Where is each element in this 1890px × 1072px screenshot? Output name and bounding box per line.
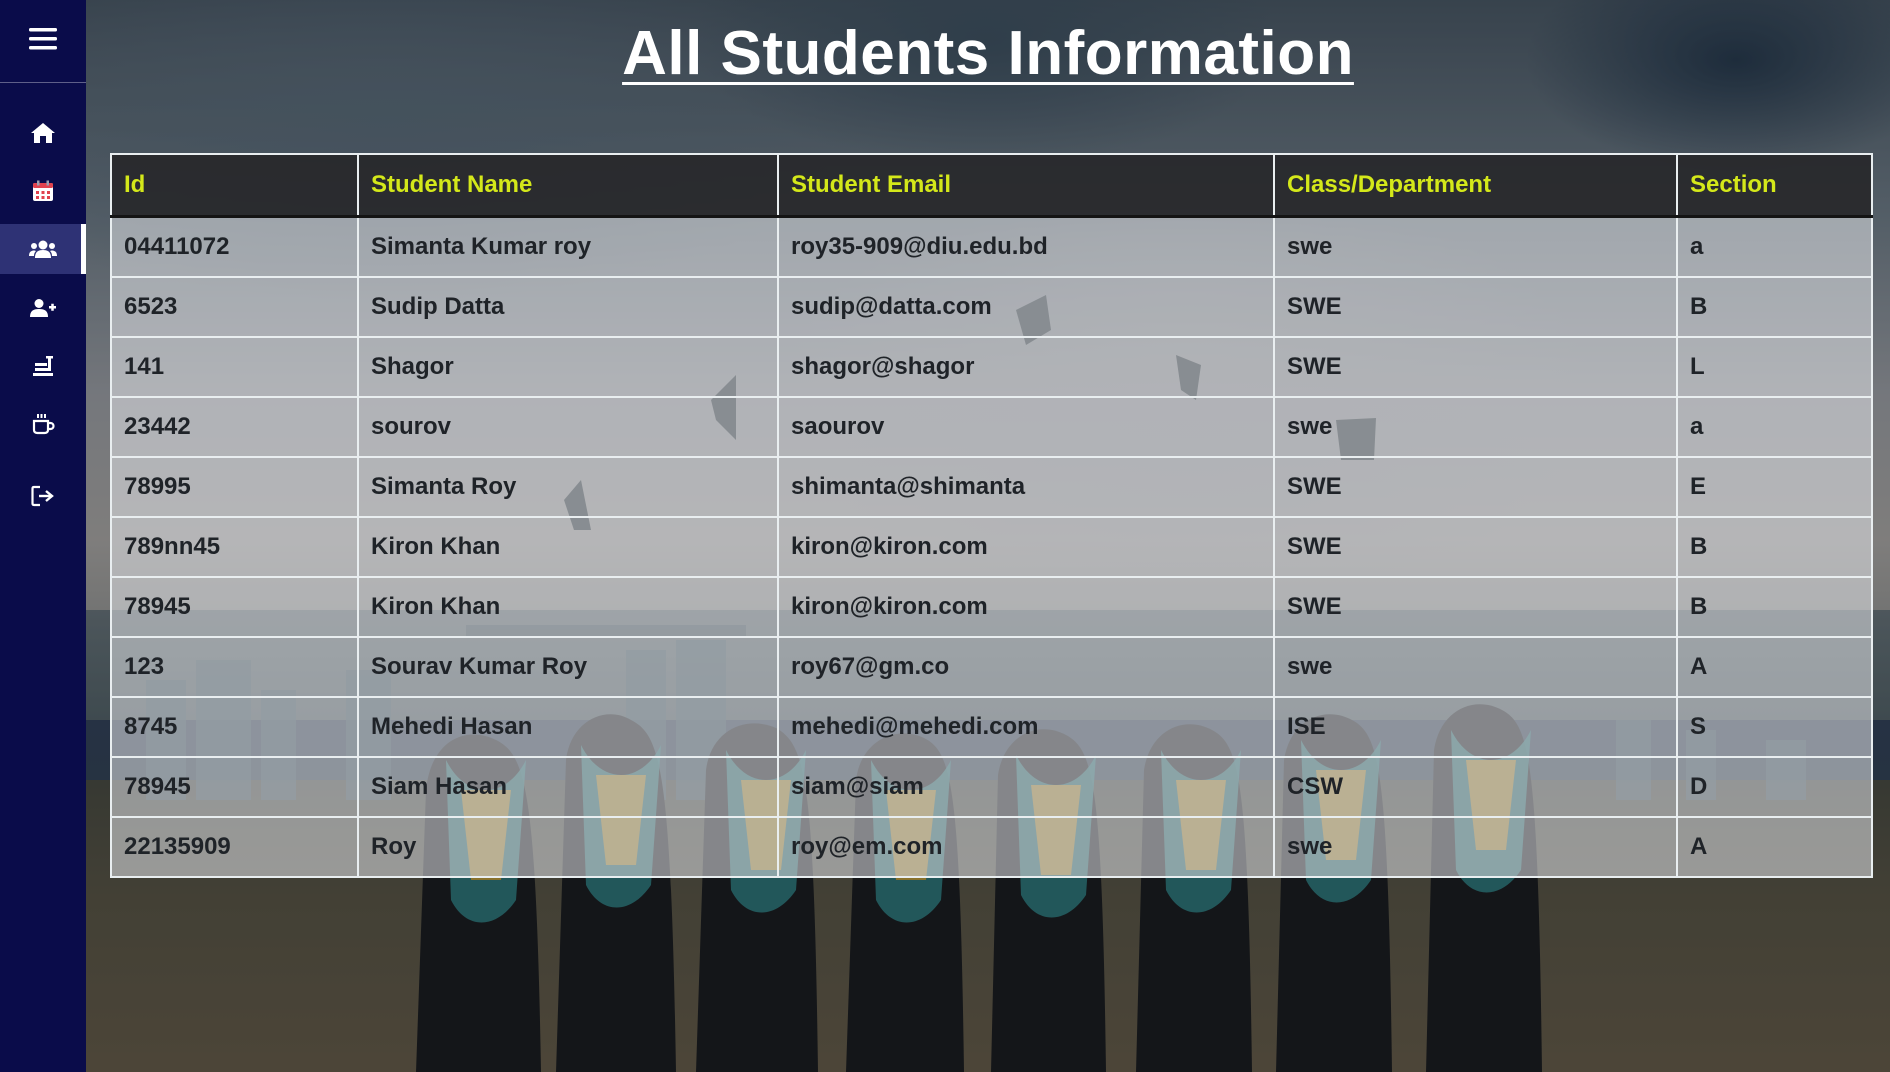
cell-section: B <box>1676 276 1873 338</box>
food-icon <box>32 355 54 377</box>
cell-class-department: swe <box>1273 636 1678 698</box>
cell-section: A <box>1676 636 1873 698</box>
table-row: 78945 Kiron Khan kiron@kiron.com SWE B <box>110 576 1873 638</box>
cell-class-department: SWE <box>1273 456 1678 518</box>
cell-section: B <box>1676 576 1873 638</box>
table-row: 6523 Sudip Datta sudip@datta.com SWE B <box>110 276 1873 338</box>
cell-student-email: shimanta@shimanta <box>777 456 1275 518</box>
column-header-student-name: Student Name <box>357 153 779 218</box>
sidebar-item-home[interactable] <box>0 108 86 158</box>
cell-id: 78945 <box>110 576 359 638</box>
cell-student-name: Shagor <box>357 336 779 398</box>
cell-id: 6523 <box>110 276 359 338</box>
column-header-section: Section <box>1676 153 1873 218</box>
logout-icon <box>31 485 55 507</box>
cell-student-name: sourov <box>357 396 779 458</box>
cell-section: S <box>1676 696 1873 758</box>
cell-id: 23442 <box>110 396 359 458</box>
coffee-cup-icon <box>31 413 55 435</box>
cell-student-email: sudip@datta.com <box>777 276 1275 338</box>
cell-student-name: Roy <box>357 816 779 878</box>
add-user-icon <box>30 298 56 318</box>
cell-student-name: Siam Hasan <box>357 756 779 818</box>
students-table: Id Student Name Student Email Class/Depa… <box>110 153 1873 878</box>
sidebar-item-students[interactable] <box>0 224 86 274</box>
cell-id: 78945 <box>110 756 359 818</box>
home-icon <box>30 122 56 144</box>
table-row: 123 Sourav Kumar Roy roy67@gm.co swe A <box>110 636 1873 698</box>
table-row: 78995 Simanta Roy shimanta@shimanta SWE … <box>110 456 1873 518</box>
cell-student-name: Simanta Kumar roy <box>357 215 779 278</box>
table-row: 8745 Mehedi Hasan mehedi@mehedi.com ISE … <box>110 696 1873 758</box>
table-row: 04411072 Simanta Kumar roy roy35-909@diu… <box>110 215 1873 278</box>
cell-student-name: Sourav Kumar Roy <box>357 636 779 698</box>
table-row: 22135909 Roy roy@em.com swe A <box>110 816 1873 878</box>
sidebar <box>0 0 86 1072</box>
cell-section: a <box>1676 396 1873 458</box>
sidebar-item-add-student[interactable] <box>0 283 86 333</box>
cell-section: E <box>1676 456 1873 518</box>
cell-student-email: kiron@kiron.com <box>777 516 1275 578</box>
cell-id: 789nn45 <box>110 516 359 578</box>
cell-section: D <box>1676 756 1873 818</box>
table-row: 141 Shagor shagor@shagor SWE L <box>110 336 1873 398</box>
cell-student-email: shagor@shagor <box>777 336 1275 398</box>
cell-student-email: mehedi@mehedi.com <box>777 696 1275 758</box>
cell-id: 04411072 <box>110 215 359 278</box>
page-title: All Students Information <box>622 19 1354 88</box>
sidebar-item-food[interactable] <box>0 341 86 391</box>
table-row: 78945 Siam Hasan siam@siam CSW D <box>110 756 1873 818</box>
cell-class-department: SWE <box>1273 516 1678 578</box>
cell-class-department: CSW <box>1273 756 1678 818</box>
sidebar-item-calendar[interactable] <box>0 166 86 216</box>
table-header-row: Id Student Name Student Email Class/Depa… <box>110 153 1873 218</box>
cell-student-email: kiron@kiron.com <box>777 576 1275 638</box>
sidebar-item-drinks[interactable] <box>0 399 86 449</box>
column-header-class-department: Class/Department <box>1273 153 1678 218</box>
column-header-id: Id <box>110 153 359 218</box>
cell-student-email: siam@siam <box>777 756 1275 818</box>
users-icon <box>29 239 57 259</box>
cell-student-name: Kiron Khan <box>357 576 779 638</box>
sidebar-item-logout[interactable] <box>0 471 86 521</box>
cell-student-name: Mehedi Hasan <box>357 696 779 758</box>
cell-class-department: ISE <box>1273 696 1678 758</box>
cell-student-email: roy67@gm.co <box>777 636 1275 698</box>
cell-student-email: roy35-909@diu.edu.bd <box>777 215 1275 278</box>
cell-class-department: SWE <box>1273 276 1678 338</box>
table-row: 23442 sourov saourov swe a <box>110 396 1873 458</box>
sidebar-header <box>0 0 86 83</box>
cell-student-name: Kiron Khan <box>357 516 779 578</box>
table-row: 789nn45 Kiron Khan kiron@kiron.com SWE B <box>110 516 1873 578</box>
cell-section: a <box>1676 215 1873 278</box>
cell-class-department: swe <box>1273 396 1678 458</box>
cell-student-name: Sudip Datta <box>357 276 779 338</box>
hamburger-menu-icon[interactable] <box>28 26 58 57</box>
cell-student-email: saourov <box>777 396 1275 458</box>
main-content: All Students Information Id Student Name… <box>86 0 1890 1072</box>
cell-id: 141 <box>110 336 359 398</box>
column-header-student-email: Student Email <box>777 153 1275 218</box>
cell-class-department: SWE <box>1273 336 1678 398</box>
cell-section: B <box>1676 516 1873 578</box>
cell-class-department: SWE <box>1273 576 1678 638</box>
cell-class-department: swe <box>1273 215 1678 278</box>
calendar-icon <box>32 180 54 202</box>
cell-class-department: swe <box>1273 816 1678 878</box>
cell-id: 78995 <box>110 456 359 518</box>
cell-section: A <box>1676 816 1873 878</box>
cell-id: 123 <box>110 636 359 698</box>
cell-id: 8745 <box>110 696 359 758</box>
cell-student-name: Simanta Roy <box>357 456 779 518</box>
cell-section: L <box>1676 336 1873 398</box>
cell-student-email: roy@em.com <box>777 816 1275 878</box>
cell-id: 22135909 <box>110 816 359 878</box>
